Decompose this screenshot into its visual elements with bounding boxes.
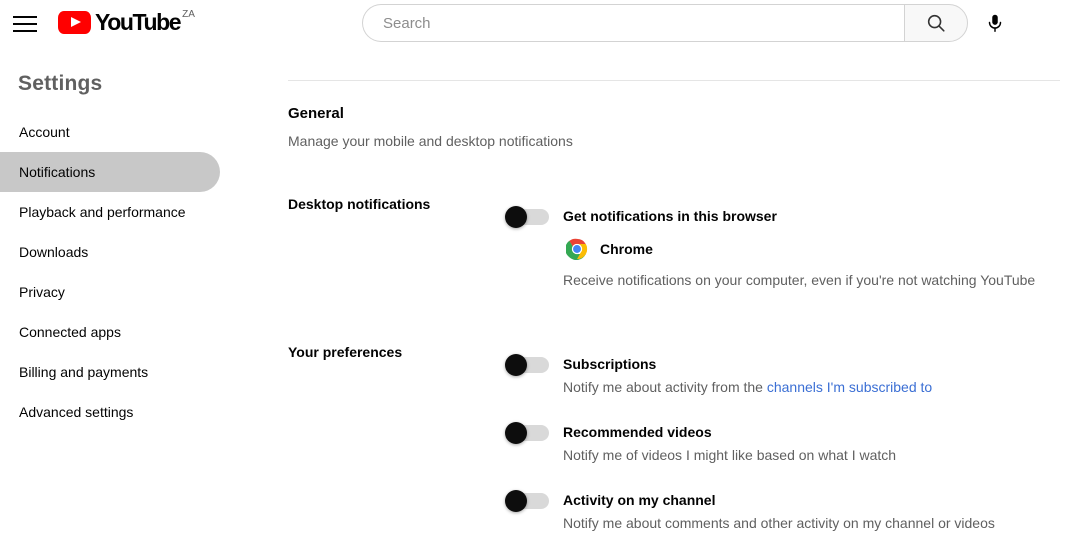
sidebar-item-privacy[interactable]: Privacy xyxy=(0,272,220,312)
subscriptions-description-text: Notify me about activity from the xyxy=(563,379,767,395)
desktop-notifications-toggle[interactable] xyxy=(505,206,553,228)
masthead: YouTube ZA xyxy=(0,0,1068,56)
your-preferences-label: Your preferences xyxy=(288,344,403,360)
desktop-notifications-description: Receive notifications on your computer, … xyxy=(563,272,1036,288)
section-subtitle: Manage your mobile and desktop notificat… xyxy=(288,133,573,149)
subscriptions-title: Subscriptions xyxy=(563,356,657,372)
desktop-notifications-label: Desktop notifications xyxy=(288,196,431,212)
hamburger-menu-icon[interactable] xyxy=(13,12,37,36)
microphone-icon xyxy=(988,14,1002,32)
content-divider xyxy=(288,80,1060,81)
sidebar-item-label: Notifications xyxy=(19,164,96,180)
chrome-icon xyxy=(566,238,588,260)
main-content: General Manage your mobile and desktop n… xyxy=(250,56,1068,544)
sidebar-item-label: Downloads xyxy=(19,244,89,260)
search-input[interactable] xyxy=(362,4,904,42)
sidebar-nav-list: Account Notifications Playback and perfo… xyxy=(0,112,250,432)
recommended-videos-toggle[interactable] xyxy=(505,422,553,444)
sidebar-item-connected-apps[interactable]: Connected apps xyxy=(0,312,220,352)
page-title: Settings xyxy=(18,72,103,95)
subscribed-channels-link[interactable]: channels I'm subscribed to xyxy=(767,379,932,395)
search-box xyxy=(362,4,968,42)
youtube-logo-text: YouTube xyxy=(95,9,182,35)
sidebar-item-label: Advanced settings xyxy=(19,404,134,420)
youtube-country-code: ZA xyxy=(182,9,195,20)
toggle-knob xyxy=(505,422,527,444)
search-icon xyxy=(927,14,945,32)
youtube-logo[interactable]: YouTube ZA xyxy=(58,9,195,35)
sidebar-item-downloads[interactable]: Downloads xyxy=(0,232,220,272)
sidebar-item-label: Playback and performance xyxy=(19,204,186,220)
youtube-play-icon xyxy=(58,11,91,34)
sidebar-item-advanced-settings[interactable]: Advanced settings xyxy=(0,392,220,432)
search-button[interactable] xyxy=(904,4,968,42)
toggle-knob xyxy=(505,354,527,376)
hamburger-line xyxy=(13,30,37,32)
recommended-videos-title: Recommended videos xyxy=(563,424,712,440)
search-area xyxy=(362,4,1014,42)
voice-search-button[interactable] xyxy=(976,4,1014,42)
toggle-knob xyxy=(505,206,527,228)
subscriptions-description: Notify me about activity from the channe… xyxy=(563,379,932,395)
sidebar-item-notifications[interactable]: Notifications xyxy=(0,152,220,192)
sidebar-item-label: Privacy xyxy=(19,284,65,300)
general-section-header: General Manage your mobile and desktop n… xyxy=(288,104,573,150)
hamburger-line xyxy=(13,23,37,25)
activity-on-my-channel-title: Activity on my channel xyxy=(563,492,716,508)
activity-on-my-channel-description: Notify me about comments and other activ… xyxy=(563,515,995,531)
recommended-videos-description: Notify me of videos I might like based o… xyxy=(563,447,897,463)
sidebar-item-label: Billing and payments xyxy=(19,364,149,380)
hamburger-line xyxy=(13,16,37,18)
sidebar-item-label: Connected apps xyxy=(19,324,121,340)
activity-on-my-channel-toggle[interactable] xyxy=(505,490,553,512)
browser-name: Chrome xyxy=(600,241,653,257)
sidebar-item-label: Account xyxy=(19,124,70,140)
browser-row: Chrome xyxy=(566,238,653,260)
sidebar-item-billing-and-payments[interactable]: Billing and payments xyxy=(0,352,220,392)
sidebar-item-account[interactable]: Account xyxy=(0,112,220,152)
sidebar: Settings Account Notifications Playback … xyxy=(0,56,250,544)
subscriptions-toggle[interactable] xyxy=(505,354,553,376)
get-notifications-in-browser-title: Get notifications in this browser xyxy=(563,208,777,224)
toggle-knob xyxy=(505,490,527,512)
section-title: General xyxy=(288,105,344,122)
sidebar-item-playback-and-performance[interactable]: Playback and performance xyxy=(0,192,220,232)
